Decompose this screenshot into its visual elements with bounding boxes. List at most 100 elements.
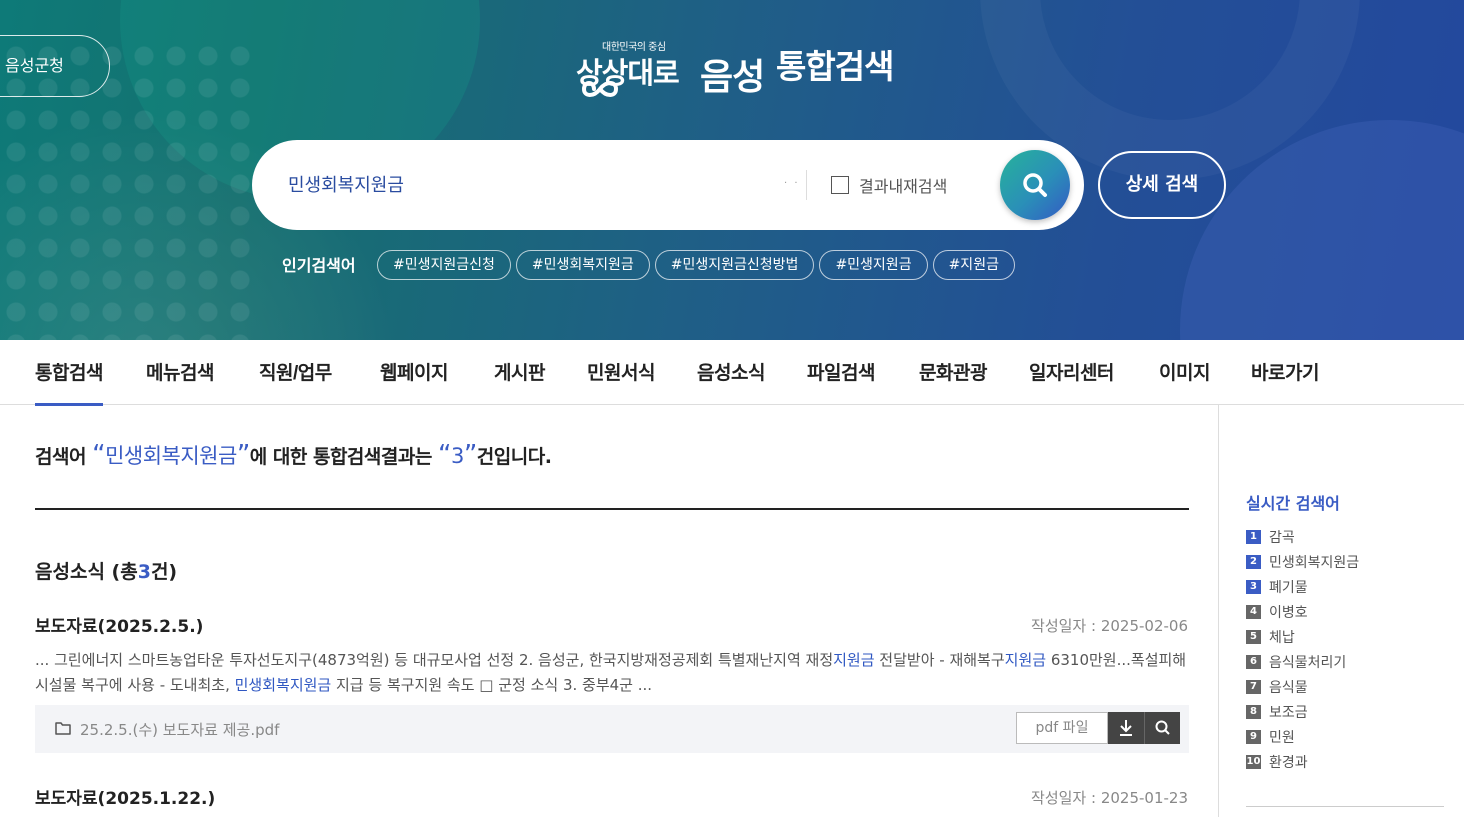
tab-staff[interactable]: 직원/업무 [259,358,332,385]
popular-keywords: #민생지원금신청 #민생회복지원금 #민생지원금신청방법 #민생지원금 #지원금 [377,250,1015,280]
tab-forms[interactable]: 민원서식 [587,358,655,385]
close-quote: ” [236,440,250,470]
tab-culture[interactable]: 문화관광 [919,358,987,385]
realtime-keyword[interactable]: 9 민원 [1246,724,1359,749]
popular-tag[interactable]: #지원금 [932,250,1015,280]
summary-keyword: 민생회복지원금 [105,444,237,468]
snippet-highlight: 지원금 [1004,651,1047,669]
summary-prefix: 검색어 [35,446,86,468]
keyword-label: 음식물처리기 [1269,654,1347,671]
tab-jobs[interactable]: 일자리센터 [1029,358,1114,385]
realtime-keyword[interactable]: 10 환경과 [1246,749,1359,774]
section-title: 음성소식 (총3건) [35,557,177,584]
section-title-suffix: 건) [150,561,178,583]
tab-integrated[interactable]: 통합검색 [35,358,103,406]
download-icon [1120,720,1132,736]
keyword-label: 이병호 [1269,604,1308,621]
attachment-name[interactable]: 25.2.5.(수) 보도자료 제공.pdf [80,719,279,740]
realtime-keyword[interactable]: 3 폐기물 [1246,574,1359,599]
popular-tag[interactable]: #민생지원금 [819,250,928,280]
rank-badge: 2 [1246,554,1261,569]
result-date: 작성일자 : 2025-01-23 [1031,789,1188,807]
search-button[interactable] [1000,150,1070,220]
realtime-keywords-title: 실시간 검색어 [1246,494,1340,513]
site-logo[interactable]: 대한민국의 중심 상상대로 음성 통합검색 [576,38,916,100]
popular-tag[interactable]: #민생지원금신청방법 [654,250,815,280]
result-title[interactable]: 보도자료(2025.1.22.) [35,784,215,809]
rank-badge: 4 [1246,604,1261,619]
snippet-text: 지급 등 복구지원 속도 □ 군정 소식 3. 중부4군 ... [331,676,653,694]
sidebar-divider [1218,405,1219,817]
recheck-checkbox[interactable] [831,176,849,194]
divider [806,170,807,200]
rank-badge: 9 [1246,729,1261,744]
download-button[interactable] [1108,712,1144,744]
keyword-label: 폐기물 [1269,579,1308,596]
tab-menu[interactable]: 메뉴검색 [146,358,214,385]
open-quote: “ [92,440,106,470]
tab-webpage[interactable]: 웹페이지 [380,358,448,385]
keyword-label: 음식물 [1269,679,1308,696]
rank-badge: 10 [1246,754,1261,769]
section-title-prefix: 음성소식 (총 [35,561,138,583]
popular-tag[interactable]: #민생회복지원금 [515,250,650,280]
tab-files[interactable]: 파일검색 [807,358,875,385]
file-type-label: pdf 파일 [1016,712,1108,744]
snippet-highlight: 지원금 [833,651,875,669]
tab-shortcuts[interactable]: 바로가기 [1251,358,1319,385]
realtime-keyword[interactable]: 2 민생회복지원금 [1246,549,1359,574]
open-quote: “ [437,440,451,470]
realtime-keyword[interactable]: 4 이병호 [1246,599,1359,624]
realtime-keyword[interactable]: 6 음식물처리기 [1246,649,1359,674]
county-office-link[interactable]: 음성군청 [0,35,110,97]
snippet-text: ... 그린에너지 스마트농업타운 투자선도지구(4873억원) 등 대규모사업… [35,651,834,669]
tab-images[interactable]: 이미지 [1159,358,1210,385]
realtime-keyword[interactable]: 5 체납 [1246,624,1359,649]
result-snippet: ... 그린에너지 스마트농업타운 투자선도지구(4873억원) 등 대규모사업… [35,648,1189,698]
search-icon [1023,173,1047,197]
keyword-label: 체납 [1269,629,1295,646]
rank-badge: 7 [1246,679,1261,694]
rank-badge: 5 [1246,629,1261,644]
rank-badge: 3 [1246,579,1261,594]
ellipsis-icon: · · [784,178,800,189]
logo-city: 음성 [700,56,765,97]
summary-count: 3 [450,444,464,468]
tab-board[interactable]: 게시판 [494,358,545,385]
snippet-highlight: 민생회복지원금 [234,676,332,694]
divider [35,508,1189,510]
realtime-keyword[interactable]: 7 음식물 [1246,674,1359,699]
search-input[interactable] [288,166,768,202]
logo-title: 통합검색 [776,48,894,85]
header-banner: 음성군청 대한민국의 중심 상상대로 음성 통합검색 · · 결과내재검색 상세… [0,0,1464,340]
folder-icon [55,722,71,735]
rank-badge: 6 [1246,654,1261,669]
keyword-label: 환경과 [1269,754,1308,771]
popular-tag[interactable]: #민생지원금신청 [377,250,511,280]
result-date: 작성일자 : 2025-02-06 [1031,617,1188,635]
sidebar-divider [1246,806,1444,807]
result-summary: 검색어 “민생회복지원금”에 대한 통합검색결과는 “3”건입니다. [35,440,552,470]
snippet-text: 전달받아 - 재해복구 [874,651,1005,669]
preview-button[interactable] [1144,712,1180,744]
result-title[interactable]: 보도자료(2025.2.5.) [35,612,203,637]
keyword-label: 보조금 [1269,704,1308,721]
keyword-label: 민생회복지원금 [1269,554,1360,571]
section-count: 3 [137,561,151,583]
search-icon [1155,720,1170,735]
summary-middle: 에 대한 통합검색결과는 [249,446,433,468]
realtime-keywords-list: 1 감곡 2 민생회복지원금 3 폐기물 4 이병호 5 체납 6 음식물처리기 7 음식물 … [1246,524,1359,774]
recheck-option[interactable]: 결과내재검색 [831,173,947,197]
category-tabs: 통합검색 메뉴검색 직원/업무 웹페이지 게시판 민원서식 음성소식 파일검색 … [0,340,1464,406]
tab-news[interactable]: 음성소식 [697,358,765,385]
popular-keywords-label: 인기검색어 [282,256,356,275]
keyword-label: 감곡 [1269,529,1295,546]
infinity-icon [581,81,619,97]
recheck-label: 결과내재검색 [859,177,948,196]
summary-suffix: 건입니다. [476,446,552,468]
close-quote: ” [463,440,477,470]
advanced-search-button[interactable]: 상세 검색 [1098,151,1226,219]
keyword-label: 민원 [1269,729,1295,746]
realtime-keyword[interactable]: 1 감곡 [1246,524,1359,549]
realtime-keyword[interactable]: 8 보조금 [1246,699,1359,724]
